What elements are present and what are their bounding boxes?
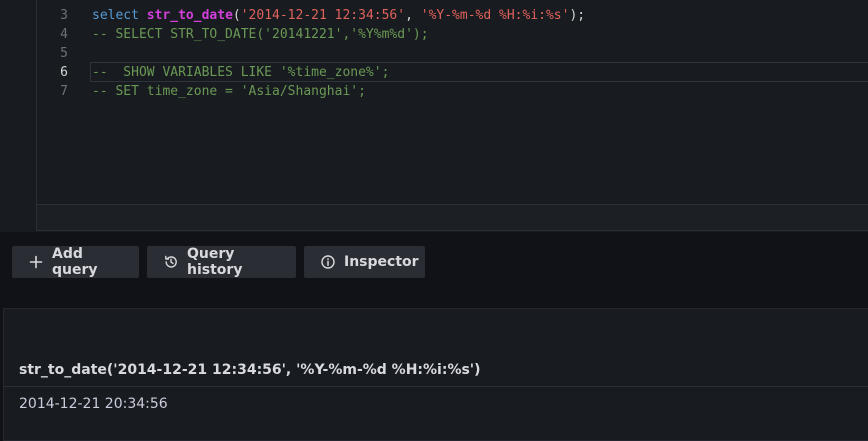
history-icon [163,254,179,270]
line-number-active: 6 [60,65,68,80]
sql-function: str_to_date [146,8,233,23]
column-header[interactable]: str_to_date('2014-12-21 12:34:56', '%Y-%… [19,362,481,378]
code-line-3[interactable]: select str_to_date('2014-12-21 12:34:56'… [92,6,585,25]
sql-string: '%Y-%m-%d %H:%i:%s' [420,8,570,23]
add-query-button[interactable]: Add query [12,246,139,278]
query-history-label: Query history [187,246,243,278]
sql-punctuation: ); [569,8,586,23]
line-number: 5 [60,46,68,61]
query-editor-panel: 3 4 5 6 7 select str_to_date('2014-12-21… [0,0,868,232]
query-history-button[interactable]: Query history [147,246,296,278]
code-line-4[interactable]: -- SELECT STR_TO_DATE('20141221','%Y%m%d… [92,25,429,44]
code-line-6[interactable]: -- SHOW VARIABLES LIKE '%time_zone%'; [92,63,389,82]
line-number: 7 [60,84,68,99]
sql-keyword: select [92,8,139,23]
table-cell: 2014-12-21 20:34:56 [19,396,168,412]
editor-footer [36,205,868,231]
line-number: 4 [60,27,68,42]
inspector-label: Inspector [344,254,419,270]
plus-icon [28,254,44,270]
sql-punctuation: ( [232,8,241,23]
sql-string: '2014-12-21 12:34:56' [240,8,406,23]
info-circle-icon [320,254,336,270]
add-query-label: Add query [52,246,98,278]
sql-punctuation: , [405,8,421,23]
code-line-7[interactable]: -- SET time_zone = 'Asia/Shanghai'; [92,82,366,101]
inspector-button[interactable]: Inspector [304,246,425,278]
header-divider [4,386,868,387]
query-result-table: str_to_date('2014-12-21 12:34:56', '%Y-%… [3,308,868,441]
line-number: 3 [60,8,68,23]
